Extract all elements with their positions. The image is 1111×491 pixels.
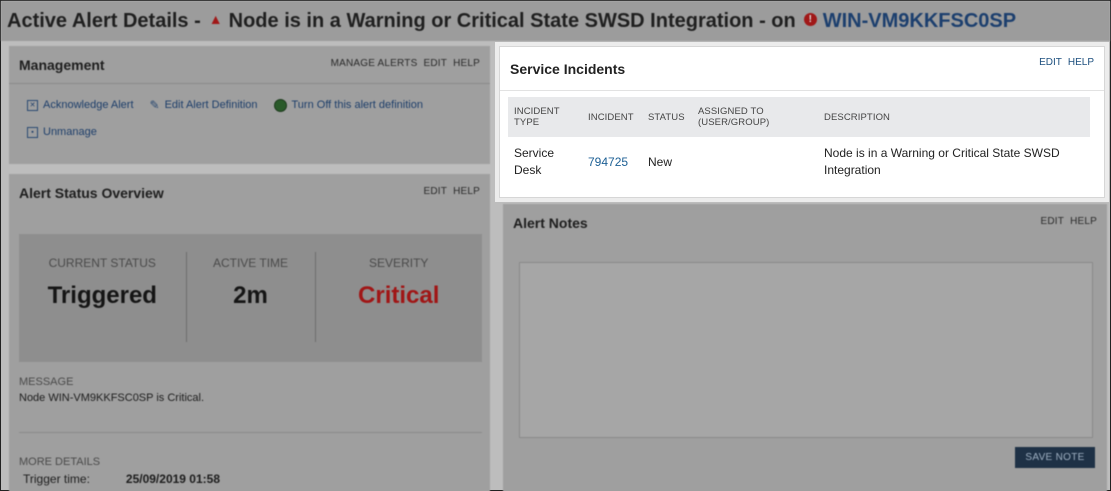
edit-alert-definition-label: Edit Alert Definition	[164, 99, 258, 111]
acknowledge-icon: ✕	[27, 99, 38, 111]
management-help-link[interactable]: HELP	[453, 58, 480, 69]
incident-description-cell: Node is in a Warning or Critical State S…	[824, 146, 1060, 177]
save-note-button[interactable]: SAVE NOTE	[1015, 447, 1095, 468]
col-status: STATUS	[642, 97, 692, 137]
turn-off-alert-action[interactable]: Turn Off this alert definition	[273, 98, 423, 112]
service-incidents-highlight: Service Incidents EDIT HELP INCIDENT TYP…	[495, 42, 1109, 202]
management-title: Management	[19, 56, 105, 73]
unmanage-label: Unmanage	[43, 126, 97, 138]
incidents-table-header: INCIDENT TYPE INCIDENT STATUS ASSIGNED T…	[508, 97, 1090, 137]
notes-edit-link[interactable]: EDIT	[1040, 216, 1064, 227]
management-panel: Management MANAGE ALERTS EDIT HELP ✕ Ack…	[9, 46, 490, 164]
turn-off-icon	[273, 98, 287, 112]
active-time-value: 2m	[233, 282, 268, 309]
message-text: Node WIN-VM9KKFSC0SP is Critical.	[19, 392, 205, 404]
incident-assigned-cell	[692, 137, 818, 187]
current-status-value: Triggered	[47, 282, 157, 309]
pencil-icon: ✎	[149, 98, 160, 112]
status-edit-link[interactable]: EDIT	[423, 186, 447, 197]
service-incidents-panel: Service Incidents EDIT HELP INCIDENT TYP…	[499, 46, 1105, 198]
col-incident: INCIDENT	[582, 97, 642, 137]
page-title-prefix: Active Alert Details -	[7, 9, 201, 32]
error-circle-icon: !	[803, 12, 817, 26]
node-link[interactable]: WIN-VM9KKFSC0SP	[823, 10, 1016, 33]
trigger-time-value: 25/09/2019 01:58	[125, 472, 220, 486]
unmanage-icon: ▪	[27, 126, 38, 138]
status-help-link[interactable]: HELP	[453, 186, 480, 197]
unmanage-action[interactable]: ▪ Unmanage	[27, 126, 97, 138]
col-description: DESCRIPTION	[818, 97, 1090, 137]
page-header: Active Alert Details - ▲ Node is in a Wa…	[1, 1, 1110, 41]
turn-off-alert-label: Turn Off this alert definition	[291, 99, 423, 111]
incidents-edit-link[interactable]: EDIT	[1039, 57, 1062, 68]
table-row: Service Desk 794725 New Node is in a War…	[508, 137, 1090, 187]
incident-type-cell: Service Desk	[514, 146, 555, 177]
incident-link[interactable]: 794725	[588, 155, 628, 169]
divider	[19, 432, 482, 433]
acknowledge-alert-action[interactable]: ✕ Acknowledge Alert	[27, 99, 134, 111]
alert-status-title: Alert Status Overview	[19, 185, 164, 201]
alert-name: Node is in a Warning or Critical State S…	[228, 9, 796, 32]
notes-help-link[interactable]: HELP	[1070, 216, 1097, 227]
incident-status-cell: New	[648, 154, 673, 169]
service-incidents-title: Service Incidents	[510, 60, 626, 77]
alert-notes-textarea[interactable]	[519, 262, 1093, 438]
current-status-label: CURRENT STATUS	[48, 256, 156, 270]
trigger-time-label: Trigger time:	[23, 472, 90, 486]
more-details-label: MORE DETAILS	[19, 456, 101, 468]
severity-label: SEVERITY	[369, 256, 429, 270]
warning-triangle-icon: ▲	[208, 11, 223, 27]
status-summary: CURRENT STATUS Triggered ACTIVE TIME 2m …	[19, 234, 482, 362]
active-time-label: ACTIVE TIME	[212, 256, 289, 270]
col-incident-type: INCIDENT TYPE	[508, 97, 582, 137]
management-edit-link[interactable]: EDIT	[423, 58, 447, 69]
message-label: MESSAGE	[19, 376, 74, 388]
edit-alert-definition-action[interactable]: ✎ Edit Alert Definition	[150, 98, 258, 112]
alert-status-panel: Alert Status Overview EDIT HELP CURRENT …	[9, 174, 490, 491]
incidents-help-link[interactable]: HELP	[1068, 57, 1094, 68]
manage-alerts-link[interactable]: MANAGE ALERTS	[331, 58, 418, 69]
acknowledge-alert-label: Acknowledge Alert	[43, 99, 134, 111]
col-assigned-to: ASSIGNED TO (USER/GROUP)	[692, 97, 818, 137]
incidents-table: INCIDENT TYPE INCIDENT STATUS ASSIGNED T…	[508, 97, 1090, 187]
alert-notes-title: Alert Notes	[513, 215, 588, 231]
severity-value: Critical	[358, 282, 440, 309]
alert-notes-panel: Alert Notes EDIT HELP SAVE NOTE	[503, 204, 1107, 491]
